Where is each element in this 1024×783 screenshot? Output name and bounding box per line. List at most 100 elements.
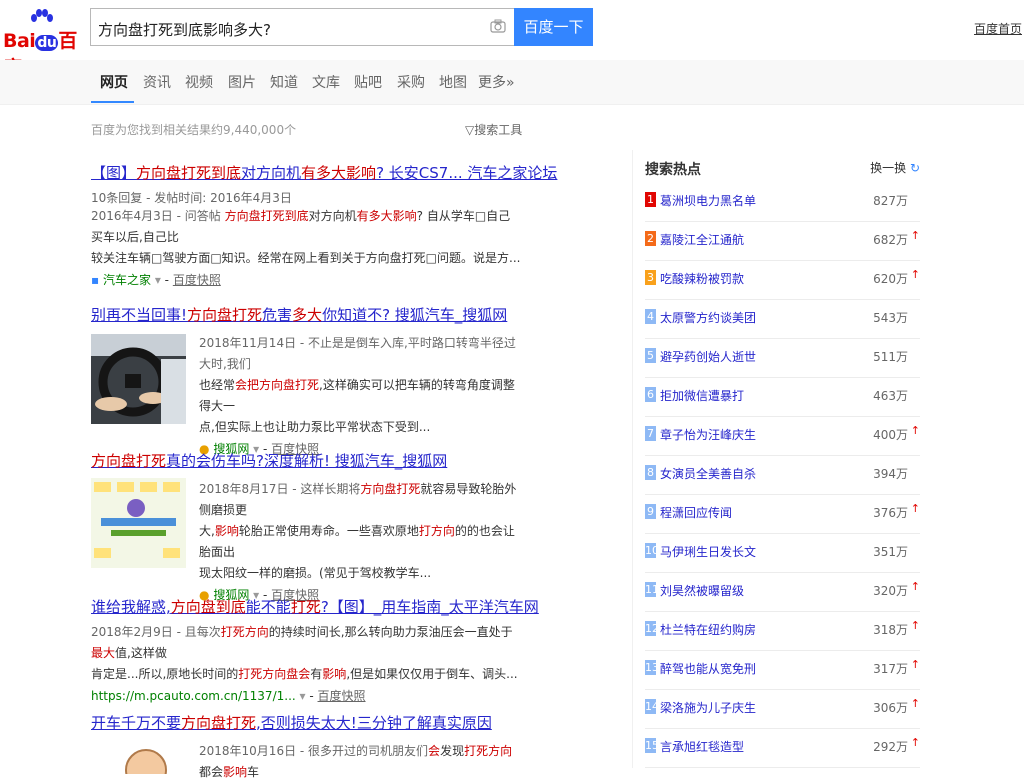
hot-search-count: 400万 xyxy=(873,428,908,442)
hot-search-item[interactable]: 6 拒加微信遭暴打 463万 xyxy=(645,378,920,417)
tab-more[interactable]: 更多» xyxy=(478,72,515,92)
trend-up-icon: ↑ xyxy=(910,697,920,710)
hot-search-item[interactable]: 10 马伊琍生日发长文 351万 xyxy=(645,534,920,573)
result-title[interactable]: 方向盘打死真的会伤车吗?深度解析! 搜狐汽车_搜狐网 xyxy=(91,452,447,470)
dropdown-icon[interactable]: ▾ xyxy=(300,689,306,703)
tab-zhidao[interactable]: 知道 xyxy=(270,72,298,92)
result-site[interactable]: ▪ 汽车之家 xyxy=(91,273,151,287)
hot-search-header: 搜索热点 换一换 ↻ xyxy=(645,158,920,180)
hot-search-count: 394万 xyxy=(873,467,908,481)
trend-up-icon: ↑ xyxy=(910,619,920,632)
hot-search-count: 317万 xyxy=(873,662,908,676)
hot-search-link[interactable]: 避孕药创始人逝世 xyxy=(660,348,756,365)
hot-search-link[interactable]: 杜兰特在纽约购房 xyxy=(660,621,756,638)
trend-up-icon: ↑ xyxy=(910,736,920,749)
search-tools[interactable]: ▽搜索工具 xyxy=(465,121,522,138)
result-title[interactable]: 开车千万不要方向盘打死,否则损失太大!三分钟了解真实原因 xyxy=(91,714,492,732)
hot-search-link[interactable]: 程潇回应传闻 xyxy=(660,504,732,521)
result-title[interactable]: 谁给我解惑,方向盘到底能不能打死?【图】_用车指南_太平洋汽车网 xyxy=(91,598,539,616)
result-item: 方向盘打死真的会伤车吗?深度解析! 搜狐汽车_搜狐网 2018年8月17日 - … xyxy=(91,450,521,603)
hot-search-link[interactable]: 梁洛施为儿子庆生 xyxy=(660,699,756,716)
result-title[interactable]: 别再不当回事!方向盘打死危害多大你知道不? 搜狐汽车_搜狐网 xyxy=(91,306,507,324)
hot-search-link[interactable]: 马伊琍生日发长文 xyxy=(660,543,756,560)
hot-search-title: 搜索热点 xyxy=(645,162,701,178)
search-query: 方向盘打死到底影响多大? xyxy=(98,21,271,39)
trend-up-icon: ↑ xyxy=(910,268,920,281)
hot-search-count: 620万 xyxy=(873,272,908,286)
hot-search-link[interactable]: 言承旭红毯造型 xyxy=(660,738,744,755)
hot-search-count: 351万 xyxy=(873,545,908,559)
hot-search-item[interactable]: 8 女演员全美善自杀 394万 xyxy=(645,456,920,495)
hot-search-count: 292万 xyxy=(873,740,908,754)
result-abstract: 2016年4月3日 - 问答帖 方向盘打死到底对方向机有多大影响? 自从学车□自… xyxy=(91,209,521,265)
hot-search-link[interactable]: 拒加微信遭暴打 xyxy=(660,387,744,404)
result-title[interactable]: 【图】方向盘打死到底对方向机有多大影响? 长安CS7... 汽车之家论坛 xyxy=(91,164,557,182)
result-thumbnail[interactable] xyxy=(121,744,171,774)
trend-up-icon: ↑ xyxy=(910,424,920,437)
hot-rank-badge: 8 xyxy=(645,465,656,480)
hot-rank-badge: 1 xyxy=(645,192,656,207)
hot-search-item[interactable]: 5 避孕药创始人逝世 511万 xyxy=(645,339,920,378)
result-abstract: 2018年8月17日 - 这样长期将方向盘打死就容易导致轮胎外侧磨损更 大,影响… xyxy=(199,482,517,580)
home-link[interactable]: 百度首页 xyxy=(974,20,1022,37)
hot-search-item[interactable]: 4 太原警方约谈美团 543万 xyxy=(645,300,920,339)
hot-rank-badge: 13 xyxy=(645,660,659,675)
dropdown-icon[interactable]: ▾ xyxy=(155,273,161,287)
hot-rank-badge: 15 xyxy=(645,738,659,753)
hot-search-item[interactable]: 1 葛洲坝电力黑名单 827万 xyxy=(645,183,920,222)
result-source: https://m.pcauto.com.cn/1137/1... ▾ - 百度… xyxy=(91,689,366,703)
result-abstract: 2018年2月9日 - 且每次打死方向的持续时间长,那么转向助力泵油压会一直处于… xyxy=(91,625,518,681)
camera-icon[interactable] xyxy=(490,19,506,33)
hot-search-link[interactable]: 刘昊然被曝留级 xyxy=(660,582,744,599)
trend-up-icon: ↑ xyxy=(910,502,920,515)
hot-search-count: 682万 xyxy=(873,233,908,247)
hot-rank-badge: 10 xyxy=(645,543,659,558)
cache-link[interactable]: 百度快照 xyxy=(318,689,366,703)
refresh-button[interactable]: 换一换 ↻ xyxy=(870,159,920,176)
hot-search-link[interactable]: 女演员全美善自杀 xyxy=(660,465,756,482)
search-input[interactable]: 方向盘打死到底影响多大? xyxy=(90,8,514,46)
hot-search-item[interactable]: 11 刘昊然被曝留级 320万 ↑ xyxy=(645,573,920,612)
hot-search-item[interactable]: 9 程潇回应传闻 376万 ↑ xyxy=(645,495,920,534)
active-tab-underline xyxy=(91,101,134,103)
hot-search-link[interactable]: 太原警方约谈美团 xyxy=(660,309,756,326)
hot-search-item[interactable]: 14 梁洛施为儿子庆生 306万 ↑ xyxy=(645,690,920,729)
hot-search-item[interactable]: 13 醉驾也能从宽免刑 317万 ↑ xyxy=(645,651,920,690)
hot-search-count: 320万 xyxy=(873,584,908,598)
result-thumbnail[interactable] xyxy=(91,478,186,568)
trend-up-icon: ↑ xyxy=(910,229,920,242)
hot-search-item[interactable]: 15 言承旭红毯造型 292万 ↑ xyxy=(645,729,920,768)
hot-search-link[interactable]: 醉驾也能从宽免刑 xyxy=(660,660,756,677)
tab-news[interactable]: 资讯 xyxy=(143,72,171,92)
result-abstract: 2018年11月14日 - 不止是是倒车入库,平时路口转弯半径过大时,我们 也经… xyxy=(199,336,516,434)
search-button[interactable]: 百度一下 xyxy=(514,8,593,46)
baidu-logo[interactable]: Baidu百度 xyxy=(3,9,87,79)
hot-search-item[interactable]: 12 杜兰特在纽约购房 318万 ↑ xyxy=(645,612,920,651)
tab-map[interactable]: 地图 xyxy=(439,72,467,92)
cache-link[interactable]: 百度快照 xyxy=(173,273,221,287)
tab-images[interactable]: 图片 xyxy=(228,72,256,92)
hot-search-item[interactable]: 3 吃酸辣粉被罚款 620万 ↑ xyxy=(645,261,920,300)
tab-video[interactable]: 视频 xyxy=(185,72,213,92)
hot-search-link[interactable]: 嘉陵江全江通航 xyxy=(660,231,744,248)
result-meta: 10条回复 - 发帖时间: 2016年4月3日 xyxy=(91,191,292,205)
hot-search-count: 376万 xyxy=(873,506,908,520)
tab-wenku[interactable]: 文库 xyxy=(312,72,340,92)
hot-rank-badge: 14 xyxy=(645,699,659,714)
refresh-icon: ↻ xyxy=(909,161,920,175)
hot-rank-badge: 12 xyxy=(645,621,659,636)
hot-search-link[interactable]: 葛洲坝电力黑名单 xyxy=(660,192,756,209)
hot-search-link[interactable]: 章子怡为汪峰庆生 xyxy=(660,426,756,443)
hot-rank-badge: 9 xyxy=(645,504,656,519)
tab-tieba[interactable]: 贴吧 xyxy=(354,72,382,92)
tab-purchase[interactable]: 采购 xyxy=(397,72,425,92)
tab-web[interactable]: 网页 xyxy=(100,72,128,92)
hot-search-count: 543万 xyxy=(873,311,908,325)
trend-up-icon: ↑ xyxy=(910,580,920,593)
hot-search-link[interactable]: 吃酸辣粉被罚款 xyxy=(660,270,744,287)
result-thumbnail[interactable] xyxy=(91,334,186,424)
result-item: 【图】方向盘打死到底对方向机有多大影响? 长安CS7... 汽车之家论坛 10条… xyxy=(91,162,557,288)
hot-search-item[interactable]: 7 章子怡为汪峰庆生 400万 ↑ xyxy=(645,417,920,456)
result-site[interactable]: https://m.pcauto.com.cn/1137/1... xyxy=(91,689,296,703)
hot-search-item[interactable]: 2 嘉陵江全江通航 682万 ↑ xyxy=(645,222,920,261)
